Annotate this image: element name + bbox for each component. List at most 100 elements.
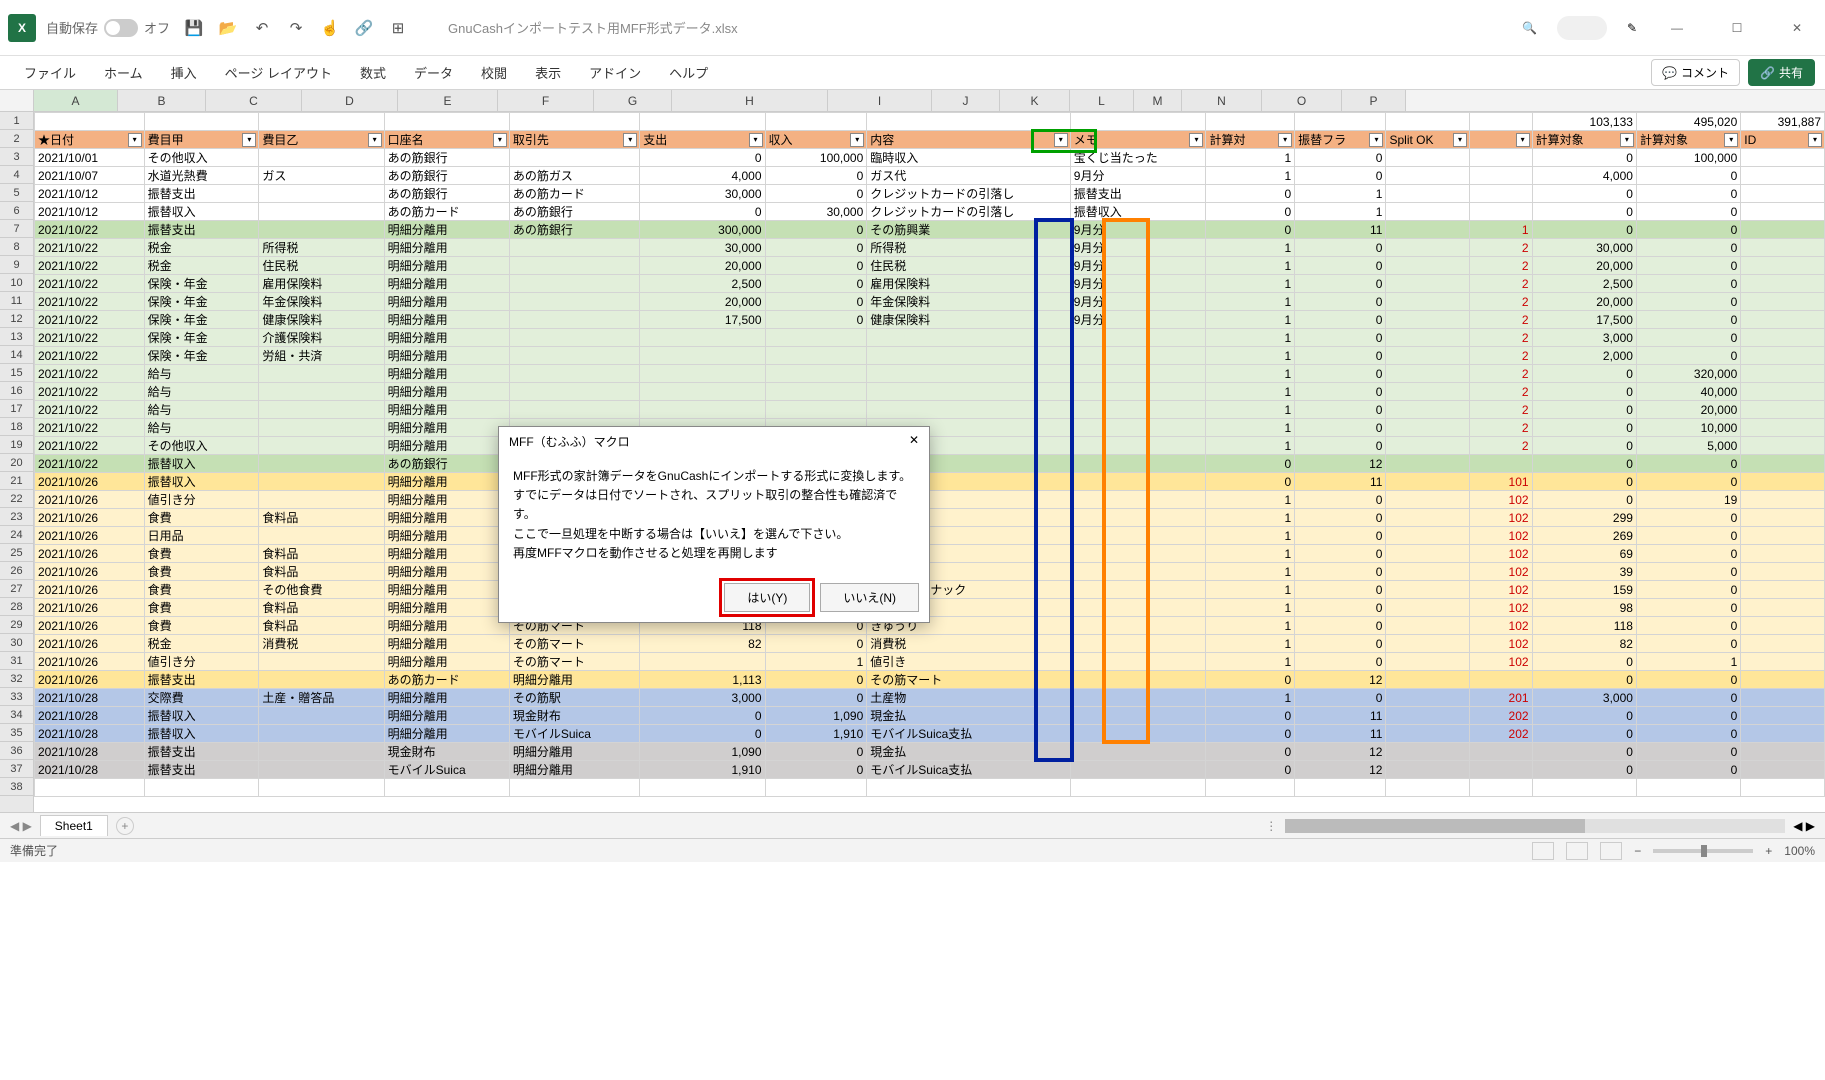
cell[interactable] bbox=[259, 743, 384, 761]
row-number[interactable]: 25 bbox=[0, 544, 33, 562]
cell[interactable] bbox=[765, 347, 867, 365]
cell[interactable] bbox=[1070, 113, 1206, 131]
row-number[interactable]: 28 bbox=[0, 598, 33, 616]
cell[interactable] bbox=[259, 653, 384, 671]
cell[interactable] bbox=[1386, 743, 1469, 761]
cell[interactable]: その他収入 bbox=[144, 149, 259, 167]
filter-dropdown-icon[interactable]: ▾ bbox=[1724, 133, 1738, 147]
autosave-toggle[interactable]: 自動保存 オフ bbox=[46, 18, 170, 37]
row-number[interactable]: 13 bbox=[0, 328, 33, 346]
cell[interactable] bbox=[1741, 293, 1825, 311]
cell[interactable]: 所得税 bbox=[259, 239, 384, 257]
table-header[interactable]: 口座名▾ bbox=[384, 131, 509, 149]
cell[interactable]: 0 bbox=[1636, 689, 1740, 707]
cell[interactable]: 0 bbox=[1295, 491, 1386, 509]
column-header[interactable]: F bbox=[498, 90, 594, 111]
cell[interactable]: 値引き bbox=[867, 653, 1071, 671]
cell[interactable]: 0 bbox=[1295, 617, 1386, 635]
zoom-in-button[interactable]: + bbox=[1765, 844, 1772, 858]
cell[interactable]: 1 bbox=[1206, 275, 1295, 293]
cell[interactable] bbox=[35, 779, 145, 797]
cell[interactable]: 9月分 bbox=[1070, 275, 1206, 293]
cell[interactable] bbox=[1741, 635, 1825, 653]
cell[interactable]: 2021/10/26 bbox=[35, 617, 145, 635]
cell[interactable] bbox=[1070, 761, 1206, 779]
cell[interactable]: 健康保険料 bbox=[259, 311, 384, 329]
cell[interactable]: 2021/10/22 bbox=[35, 419, 145, 437]
cell[interactable] bbox=[1070, 491, 1206, 509]
filter-dropdown-icon[interactable]: ▾ bbox=[1808, 133, 1822, 147]
cell[interactable]: 保険・年金 bbox=[144, 293, 259, 311]
cell[interactable] bbox=[1741, 563, 1825, 581]
cell[interactable] bbox=[765, 365, 867, 383]
cell[interactable]: モバイルSuica bbox=[384, 761, 509, 779]
cell[interactable] bbox=[1386, 437, 1469, 455]
cell[interactable] bbox=[509, 779, 639, 797]
cell[interactable]: 3,000 bbox=[640, 689, 765, 707]
cell[interactable]: 0 bbox=[1206, 203, 1295, 221]
cell[interactable]: 2,500 bbox=[1532, 275, 1636, 293]
cell[interactable] bbox=[1386, 149, 1469, 167]
cell[interactable]: その他食費 bbox=[259, 581, 384, 599]
cell[interactable]: 振替収入 bbox=[144, 725, 259, 743]
row-number[interactable]: 31 bbox=[0, 652, 33, 670]
cell[interactable]: 82 bbox=[1532, 635, 1636, 653]
cell[interactable] bbox=[259, 203, 384, 221]
cell[interactable]: 20,000 bbox=[1636, 401, 1740, 419]
cell[interactable] bbox=[259, 419, 384, 437]
filter-dropdown-icon[interactable]: ▾ bbox=[1620, 133, 1634, 147]
cell[interactable] bbox=[1469, 149, 1532, 167]
cell[interactable] bbox=[1741, 491, 1825, 509]
cell[interactable]: 食料品 bbox=[259, 617, 384, 635]
cell[interactable]: 0 bbox=[765, 311, 867, 329]
cell[interactable]: 0 bbox=[765, 671, 867, 689]
row-number[interactable]: 38 bbox=[0, 778, 33, 796]
filter-dropdown-icon[interactable]: ▾ bbox=[1278, 133, 1292, 147]
cell[interactable]: 0 bbox=[1295, 239, 1386, 257]
cell[interactable] bbox=[1070, 365, 1206, 383]
cell[interactable]: 明細分離用 bbox=[384, 329, 509, 347]
ribbon-tab[interactable]: 校閲 bbox=[467, 57, 521, 88]
cell[interactable]: 土産物 bbox=[867, 689, 1071, 707]
cell[interactable]: 0 bbox=[1295, 419, 1386, 437]
table-header[interactable]: Split OK▾ bbox=[1386, 131, 1469, 149]
cell[interactable] bbox=[509, 311, 639, 329]
cell[interactable]: 495,020 bbox=[1636, 113, 1740, 131]
cell[interactable]: 12 bbox=[1295, 671, 1386, 689]
cell[interactable]: 食費 bbox=[144, 545, 259, 563]
column-header[interactable]: E bbox=[398, 90, 498, 111]
cell[interactable] bbox=[640, 401, 765, 419]
cell[interactable]: 0 bbox=[1295, 365, 1386, 383]
cell[interactable]: 0 bbox=[765, 635, 867, 653]
cell[interactable]: 0 bbox=[1206, 707, 1295, 725]
column-header[interactable]: N bbox=[1182, 90, 1262, 111]
cell[interactable]: 20,000 bbox=[640, 293, 765, 311]
cell[interactable] bbox=[1070, 743, 1206, 761]
filter-dropdown-icon[interactable]: ▾ bbox=[623, 133, 637, 147]
row-number[interactable]: 36 bbox=[0, 742, 33, 760]
cell[interactable] bbox=[640, 383, 765, 401]
cell[interactable]: 雇用保険料 bbox=[867, 275, 1071, 293]
cell[interactable]: 0 bbox=[1532, 149, 1636, 167]
pen-icon[interactable]: ✎ bbox=[1627, 21, 1637, 35]
cell[interactable] bbox=[867, 329, 1071, 347]
cell[interactable]: 300,000 bbox=[640, 221, 765, 239]
cell[interactable]: 1 bbox=[1206, 293, 1295, 311]
minimize-button[interactable]: — bbox=[1657, 13, 1697, 43]
cell[interactable]: 202 bbox=[1469, 707, 1532, 725]
cell[interactable]: 1 bbox=[1206, 491, 1295, 509]
cell[interactable]: 39 bbox=[1532, 563, 1636, 581]
cell[interactable]: 2021/10/26 bbox=[35, 599, 145, 617]
cell[interactable] bbox=[1070, 653, 1206, 671]
cell[interactable] bbox=[1741, 653, 1825, 671]
cell[interactable] bbox=[1469, 743, 1532, 761]
row-number[interactable]: 11 bbox=[0, 292, 33, 310]
cell[interactable]: 振替収入 bbox=[144, 455, 259, 473]
cell[interactable]: 0 bbox=[1636, 167, 1740, 185]
cell[interactable]: 0 bbox=[1206, 473, 1295, 491]
cell[interactable] bbox=[1741, 671, 1825, 689]
cell[interactable]: 明細分離用 bbox=[384, 599, 509, 617]
cell[interactable]: 明細分離用 bbox=[384, 527, 509, 545]
cell[interactable] bbox=[1741, 779, 1825, 797]
cell[interactable] bbox=[259, 437, 384, 455]
